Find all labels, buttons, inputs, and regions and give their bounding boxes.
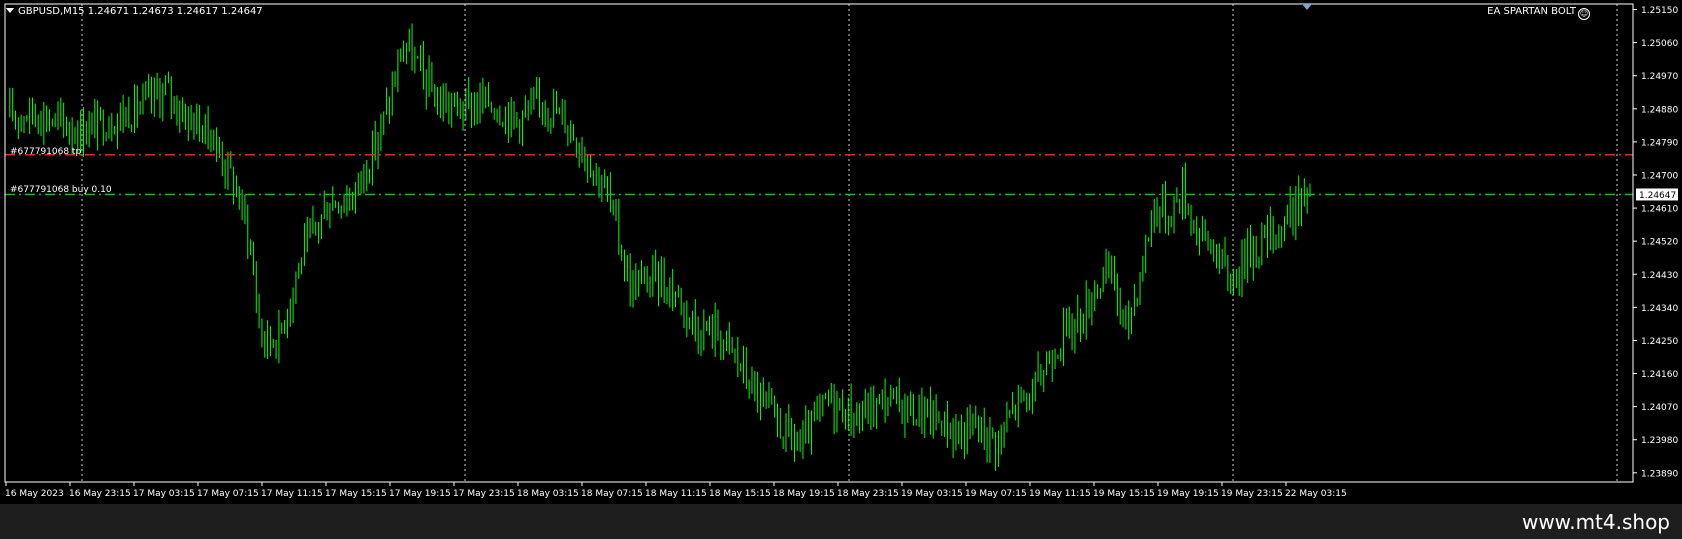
- price-tick-label: 1.24610: [1641, 205, 1678, 215]
- time-tick-label: 17 May 07:15: [197, 489, 259, 499]
- chart-border: [4, 3, 1634, 483]
- time-tick-label: 17 May 11:15: [261, 489, 323, 499]
- time-tick-label: 17 May 19:15: [389, 489, 451, 499]
- expert-advisor-label[interactable]: EA SPARTAN BOLT ☺: [1487, 6, 1590, 20]
- price-tick-label: 1.23980: [1641, 436, 1678, 446]
- time-tick-label: 17 May 03:15: [133, 489, 195, 499]
- time-tick-label: 18 May 19:15: [773, 489, 835, 499]
- take-profit-label: #677791068 tp: [10, 147, 82, 157]
- time-tick-label: 16 May 2023: [5, 489, 64, 499]
- price-tick-label: 1.25060: [1641, 39, 1678, 49]
- price-tick-label: 1.24250: [1641, 337, 1678, 347]
- symbol-info: GBPUSD,M15 1.24671 1.24673 1.24617 1.246…: [18, 6, 263, 17]
- price-tick-label: 1.24070: [1641, 403, 1678, 413]
- time-tick-label: 16 May 23:15: [69, 489, 131, 499]
- time-tick-label: 18 May 23:15: [837, 489, 899, 499]
- chart-window[interactable]: 1.25150 1.25060 1.24970 1.24880 1.24790 1.247…: [0, 0, 1682, 504]
- chart-grid: [81, 4, 1618, 482]
- time-tick-label: 19 May 03:15: [901, 489, 963, 499]
- price-tick-label: 1.24160: [1641, 370, 1678, 380]
- buy-order-label: #677791068 buy 0.10: [10, 185, 112, 195]
- time-tick-label: 19 May 11:15: [1029, 489, 1091, 499]
- price-candles: [9, 23, 1311, 471]
- symbol-header[interactable]: GBPUSD,M15 1.24671 1.24673 1.24617 1.246…: [6, 6, 263, 18]
- candlestick-chart[interactable]: 1.25150 1.25060 1.24970 1.24880 1.24790 1.247…: [0, 0, 1682, 504]
- price-tick-label: 1.23890: [1641, 469, 1678, 479]
- time-tick-label: 17 May 23:15: [453, 489, 515, 499]
- watermark-text: www.mt4.shop: [1521, 510, 1670, 534]
- chart-frame: [4, 3, 1634, 483]
- price-tick-label: 1.24880: [1641, 105, 1678, 115]
- price-tick-label: 1.24970: [1641, 72, 1678, 82]
- time-tick-label: 17 May 15:15: [325, 489, 387, 499]
- time-tick-label: 19 May 07:15: [965, 489, 1027, 499]
- time-axis[interactable]: 16 May 2023 16 May 23:15 17 May 03:15 17 Ma…: [5, 482, 1347, 499]
- price-tick-label: 1.24700: [1641, 171, 1678, 181]
- price-tick-label: 1.24790: [1641, 138, 1678, 148]
- price-tick-label: 1.24340: [1641, 304, 1678, 314]
- menu-triangle-icon[interactable]: [6, 8, 14, 13]
- expert-advisor-name: EA SPARTAN BOLT: [1487, 6, 1576, 17]
- footer-bar: www.mt4.shop: [0, 504, 1682, 539]
- price-axis[interactable]: 1.25150 1.25060 1.24970 1.24880 1.24790 1.247…: [1633, 6, 1678, 479]
- time-tick-label: 22 May 03:15: [1285, 489, 1347, 499]
- time-tick-label: 18 May 07:15: [581, 489, 643, 499]
- order-lines[interactable]: [5, 154, 1633, 196]
- smiley-face-icon[interactable]: ☺: [1578, 8, 1590, 20]
- price-tick-label: 1.25150: [1641, 6, 1678, 16]
- chart-shift-marker-icon[interactable]: [1302, 4, 1312, 10]
- time-tick-label: 19 May 15:15: [1093, 489, 1155, 499]
- current-price-label: 1.24647: [1639, 191, 1676, 201]
- time-tick-label: 19 May 23:15: [1221, 489, 1283, 499]
- time-tick-label: 18 May 15:15: [709, 489, 771, 499]
- price-tick-label: 1.24520: [1641, 238, 1678, 248]
- time-tick-label: 19 May 19:15: [1157, 489, 1219, 499]
- time-tick-label: 18 May 11:15: [645, 489, 707, 499]
- price-tick-label: 1.24430: [1641, 271, 1678, 281]
- time-tick-label: 18 May 03:15: [517, 489, 579, 499]
